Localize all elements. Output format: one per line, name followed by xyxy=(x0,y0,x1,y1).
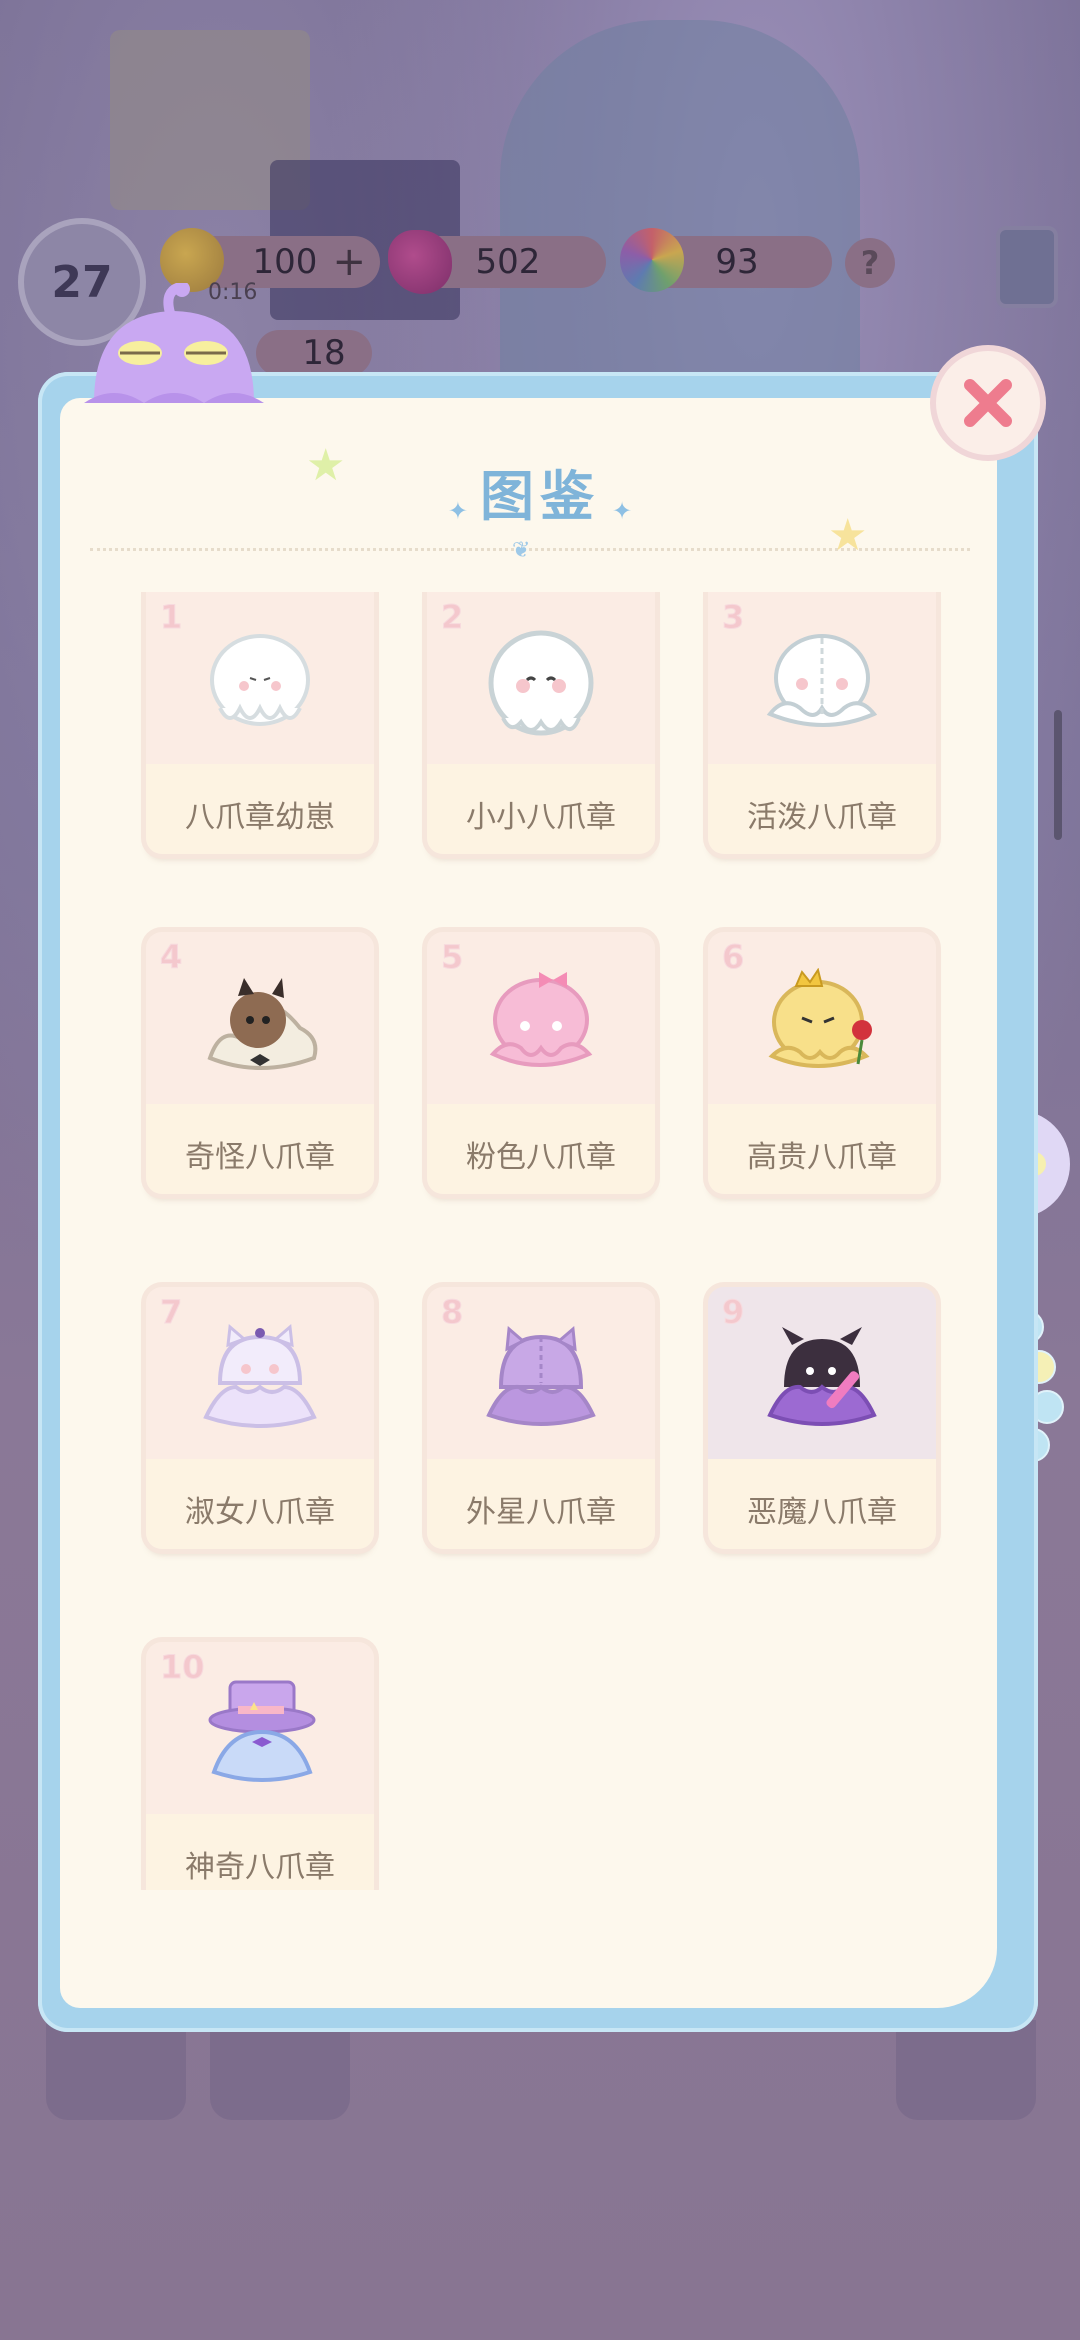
card-name: 恶魔八爪章 xyxy=(747,1495,897,1530)
small-octopus-icon xyxy=(488,630,594,736)
devil-octopus-icon xyxy=(767,1327,877,1426)
back-button[interactable] xyxy=(46,2020,186,2120)
gem-value: 502 xyxy=(475,242,541,282)
close-icon xyxy=(964,379,1012,427)
collection-grid: 1 八爪章幼崽 2 小小八爪章 3 活泼八爪章 4 奇怪八爪章 5 粉色八爪章 … xyxy=(60,592,997,1890)
collection-card[interactable]: 3 活泼八爪章 xyxy=(708,592,936,854)
panel-header: ✦ 图鉴 ✦ xyxy=(0,452,1080,531)
card-album-button[interactable] xyxy=(996,226,1058,308)
mascot-octopus-icon xyxy=(84,283,264,403)
scrollbar[interactable] xyxy=(1054,710,1062,840)
alien-octopus-icon xyxy=(486,1325,596,1426)
card-name: 外星八爪章 xyxy=(466,1495,616,1530)
card-name: 高贵八爪章 xyxy=(747,1140,897,1175)
backpack-button[interactable] xyxy=(210,2020,350,2120)
close-button[interactable] xyxy=(930,345,1046,461)
card-number: 10 xyxy=(160,1648,206,1687)
ticket-value: 18 xyxy=(302,333,346,373)
noble-octopus-icon xyxy=(768,968,872,1068)
card-name: 小小八爪章 xyxy=(466,800,616,835)
rainbow-star-icon xyxy=(620,228,684,292)
card-name: 粉色八爪章 xyxy=(466,1140,616,1175)
card-number: 4 xyxy=(159,938,183,977)
card-name: 神奇八爪章 xyxy=(185,1850,335,1885)
card-number: 3 xyxy=(721,598,745,637)
lively-octopus-icon xyxy=(766,634,878,727)
collection-card[interactable]: 1 八爪章幼崽 xyxy=(146,592,374,854)
rainbow-value: 93 xyxy=(715,242,759,282)
card-number: 7 xyxy=(159,1293,183,1332)
ticket-counter: 18 xyxy=(256,330,372,376)
card-number: 5 xyxy=(440,938,464,977)
card-name: 淑女八爪章 xyxy=(185,1495,335,1530)
collection-card[interactable]: 8 外星八爪章 xyxy=(427,1287,655,1549)
collection-card[interactable]: 7 淑女八爪章 xyxy=(146,1287,374,1549)
panel-title: 图鉴 xyxy=(480,465,600,528)
energy-add-button[interactable]: + xyxy=(332,239,366,285)
collection-card[interactable]: 2 小小八爪章 xyxy=(427,592,655,854)
star-decoration-icon: ★ xyxy=(828,510,868,561)
card-number: 6 xyxy=(721,938,745,977)
bow-icon: ❦ xyxy=(512,538,531,563)
title-sparkle-icon: ✦ xyxy=(612,496,633,525)
card-number: 9 xyxy=(721,1293,745,1332)
collection-card[interactable]: 6 高贵八爪章 xyxy=(708,932,936,1194)
card-number: 8 xyxy=(440,1293,464,1332)
card-name: 活泼八爪章 xyxy=(747,800,897,835)
card-name: 奇怪八爪章 xyxy=(185,1140,335,1175)
collection-card[interactable]: 9 恶魔八爪章 xyxy=(708,1287,936,1549)
collection-card[interactable]: 5 粉色八爪章 xyxy=(427,932,655,1194)
lady-octopus-icon xyxy=(203,1324,317,1428)
shop-cart-button[interactable] xyxy=(896,2020,1036,2120)
magic-octopus-icon xyxy=(208,1680,316,1782)
star-decoration-icon: ★ xyxy=(306,440,346,491)
collection-card[interactable]: 10 神奇八爪章 xyxy=(146,1642,374,1890)
energy-value: 100 xyxy=(252,242,318,282)
card-number: 2 xyxy=(440,598,464,637)
baby-octopus-icon xyxy=(210,634,310,726)
title-sparkle-icon: ✦ xyxy=(447,496,468,525)
help-button[interactable]: ? xyxy=(845,238,895,288)
card-number: 1 xyxy=(159,598,183,637)
weird-octopus-icon xyxy=(207,978,318,1070)
collection-card[interactable]: 4 奇怪八爪章 xyxy=(146,932,374,1194)
card-name: 八爪章幼崽 xyxy=(185,800,335,835)
pink-octopus-icon xyxy=(489,972,593,1067)
